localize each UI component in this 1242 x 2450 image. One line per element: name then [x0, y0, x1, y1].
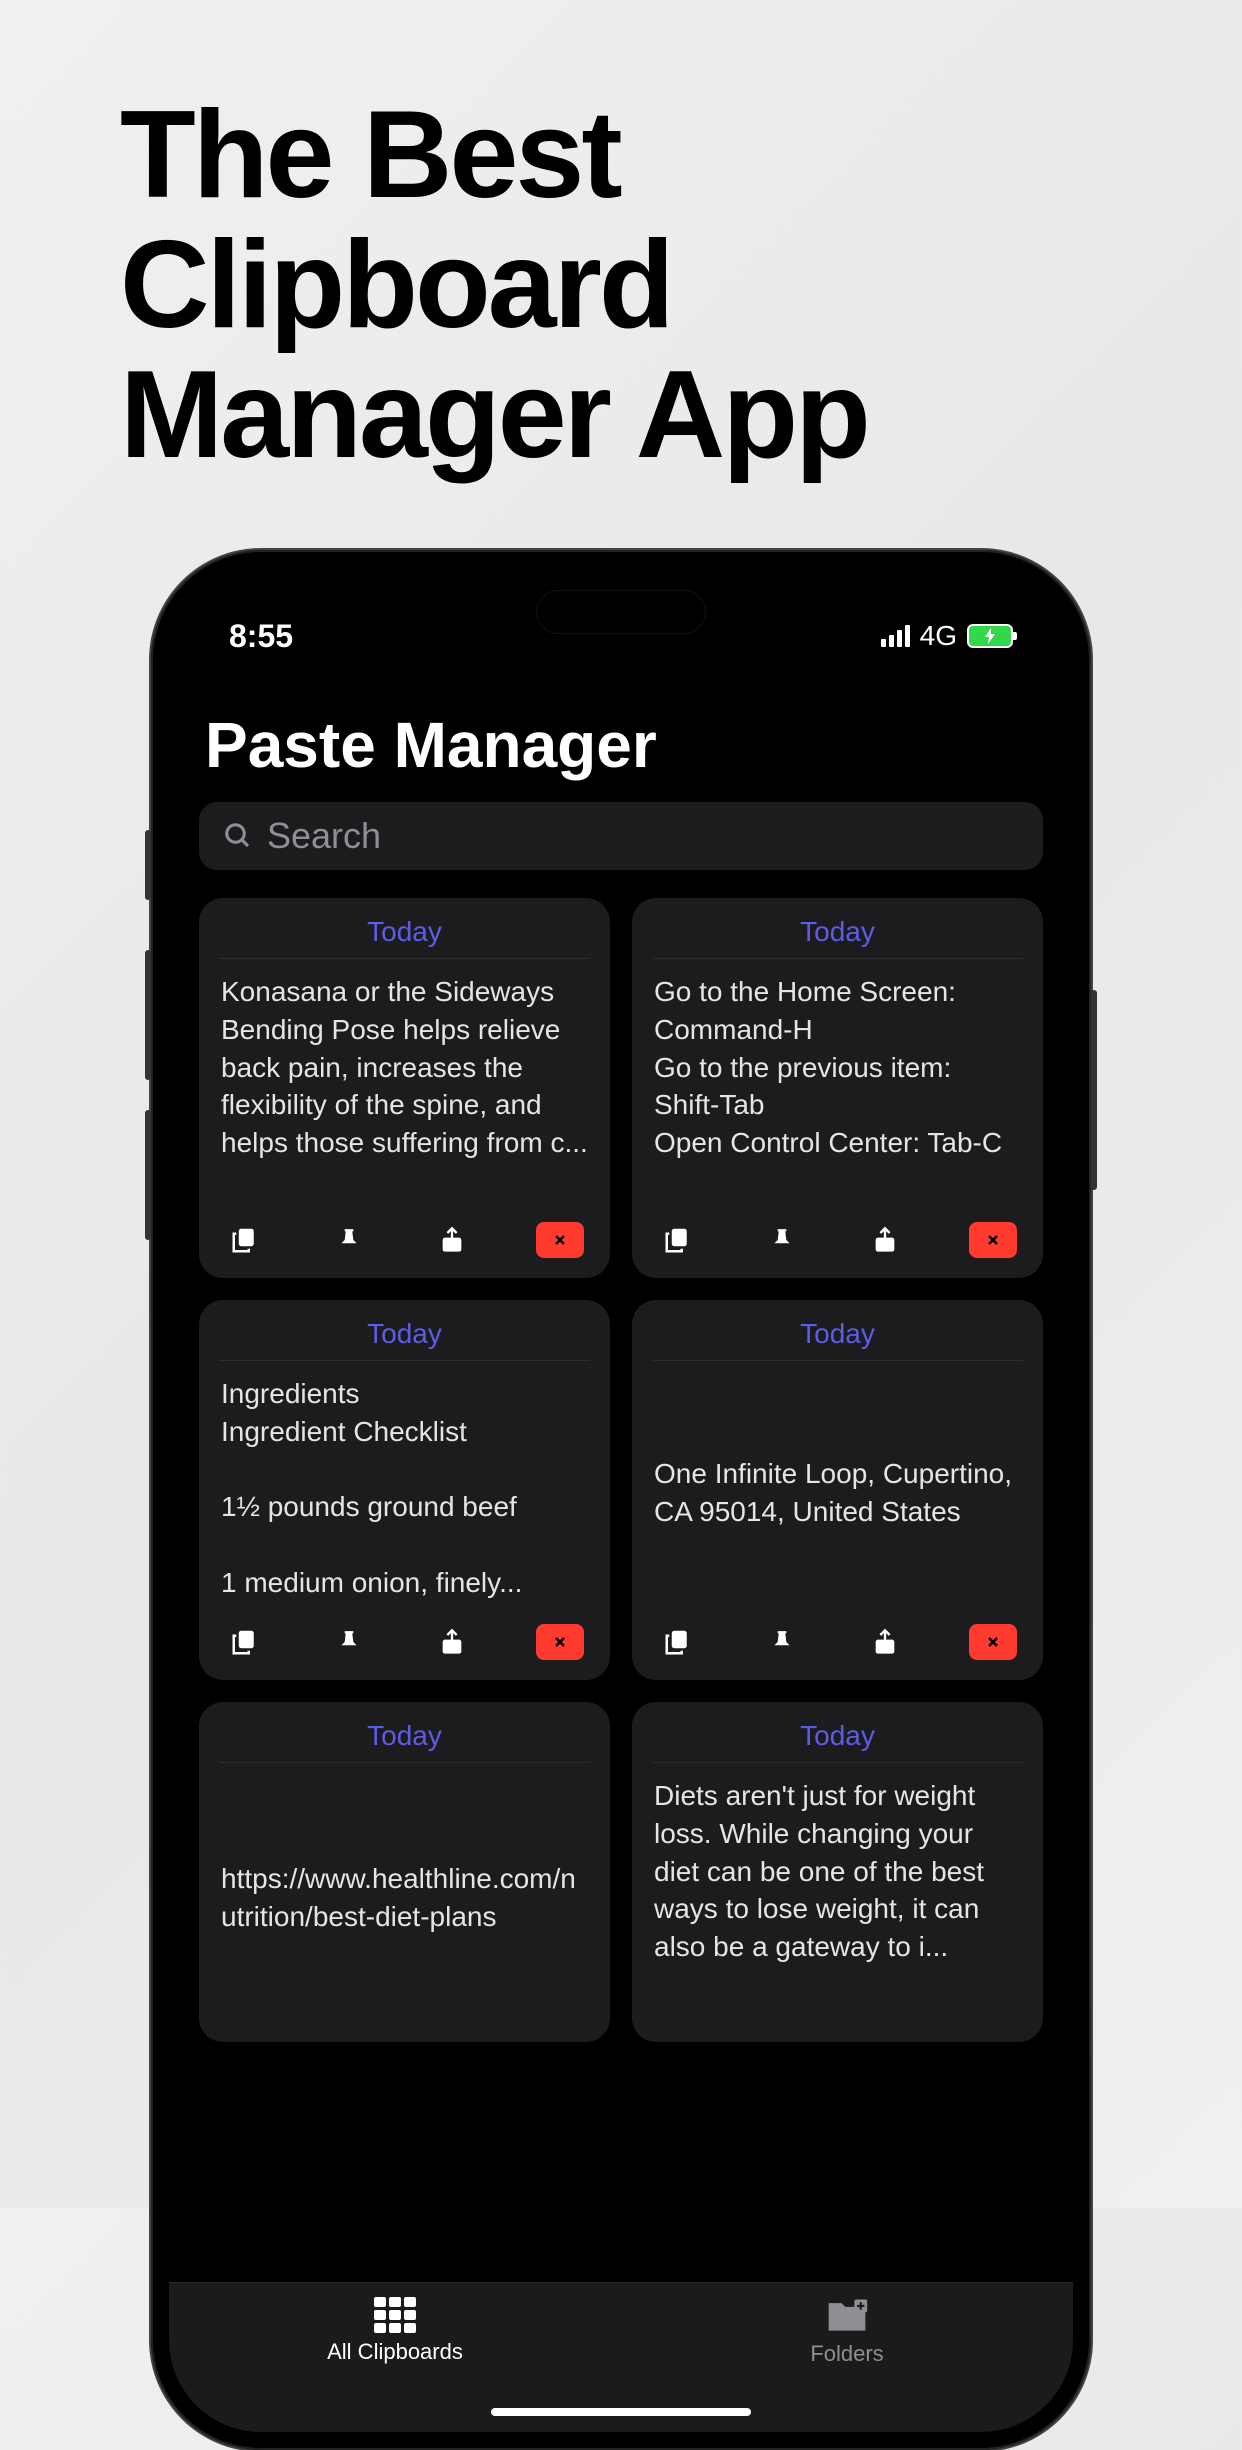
card-date-label: Today: [652, 916, 1023, 959]
pin-button[interactable]: [762, 1220, 802, 1260]
copy-button[interactable]: [658, 1220, 698, 1260]
card-actions: [219, 1218, 590, 1264]
folder-plus-icon: [825, 2297, 869, 2335]
delete-button[interactable]: [969, 1624, 1017, 1660]
dynamic-island: [536, 590, 706, 634]
battery-icon: [967, 624, 1013, 648]
card-date-label: Today: [219, 1720, 590, 1763]
volume-down-button: [145, 1110, 151, 1240]
power-button: [1091, 990, 1097, 1190]
card-content: Konasana or the Sideways Bending Pose he…: [219, 959, 590, 1218]
card-date-label: Today: [652, 1720, 1023, 1763]
delete-button[interactable]: [969, 1222, 1017, 1258]
card-actions: [652, 1218, 1023, 1264]
card-content: https://www.healthline.com/nutrition/bes…: [219, 1763, 590, 2028]
delete-button[interactable]: [536, 1222, 584, 1258]
signal-icon: [881, 625, 910, 647]
card-content: Ingredients Ingredient Checklist 1½ poun…: [219, 1361, 590, 1620]
card-date-label: Today: [219, 1318, 590, 1361]
clipboard-card[interactable]: Today Ingredients Ingredient Checklist 1…: [199, 1300, 610, 1680]
status-time: 8:55: [229, 618, 293, 655]
network-label: 4G: [920, 620, 957, 652]
app-content: Paste Manager Search Today Konasana or t…: [169, 668, 1073, 2282]
home-indicator[interactable]: [491, 2408, 751, 2416]
clipboard-card[interactable]: Today Konasana or the Sideways Bending P…: [199, 898, 610, 1278]
share-button[interactable]: [865, 1220, 905, 1260]
phone-frame: 8:55 4G Paste Manager Search Today: [151, 550, 1091, 2450]
share-button[interactable]: [432, 1622, 472, 1662]
clipboard-card[interactable]: Today Go to the Home Screen: Command-H G…: [632, 898, 1043, 1278]
card-actions: [652, 1620, 1023, 1666]
tab-label: All Clipboards: [327, 2339, 463, 2365]
marketing-headline: The Best Clipboard Manager App: [120, 90, 1122, 481]
tab-label: Folders: [810, 2341, 883, 2367]
clipboard-card[interactable]: Today Diets aren't just for weight loss.…: [632, 1702, 1043, 2042]
card-content: Diets aren't just for weight loss. While…: [652, 1763, 1023, 2028]
mute-switch: [145, 830, 151, 900]
pin-button[interactable]: [329, 1622, 369, 1662]
pin-button[interactable]: [329, 1220, 369, 1260]
card-date-label: Today: [219, 916, 590, 959]
search-icon: [223, 821, 253, 851]
card-content: Go to the Home Screen: Command-H Go to t…: [652, 959, 1023, 1218]
phone-screen: 8:55 4G Paste Manager Search Today: [169, 568, 1073, 2432]
delete-button[interactable]: [536, 1624, 584, 1660]
clipboard-grid: Today Konasana or the Sideways Bending P…: [199, 898, 1043, 2042]
search-placeholder: Search: [267, 815, 381, 857]
clipboard-card[interactable]: Today https://www.healthline.com/nutriti…: [199, 1702, 610, 2042]
status-right: 4G: [881, 620, 1013, 652]
page-title: Paste Manager: [199, 708, 1043, 782]
clipboard-card[interactable]: Today One Infinite Loop, Cupertino, CA 9…: [632, 1300, 1043, 1680]
copy-button[interactable]: [658, 1622, 698, 1662]
card-date-label: Today: [652, 1318, 1023, 1361]
copy-button[interactable]: [225, 1622, 265, 1662]
search-input[interactable]: Search: [199, 802, 1043, 870]
card-actions: [219, 1620, 590, 1666]
card-content: One Infinite Loop, Cupertino, CA 95014, …: [652, 1361, 1023, 1620]
share-button[interactable]: [865, 1622, 905, 1662]
pin-button[interactable]: [762, 1622, 802, 1662]
volume-up-button: [145, 950, 151, 1080]
grid-icon: [374, 2297, 416, 2333]
copy-button[interactable]: [225, 1220, 265, 1260]
share-button[interactable]: [432, 1220, 472, 1260]
